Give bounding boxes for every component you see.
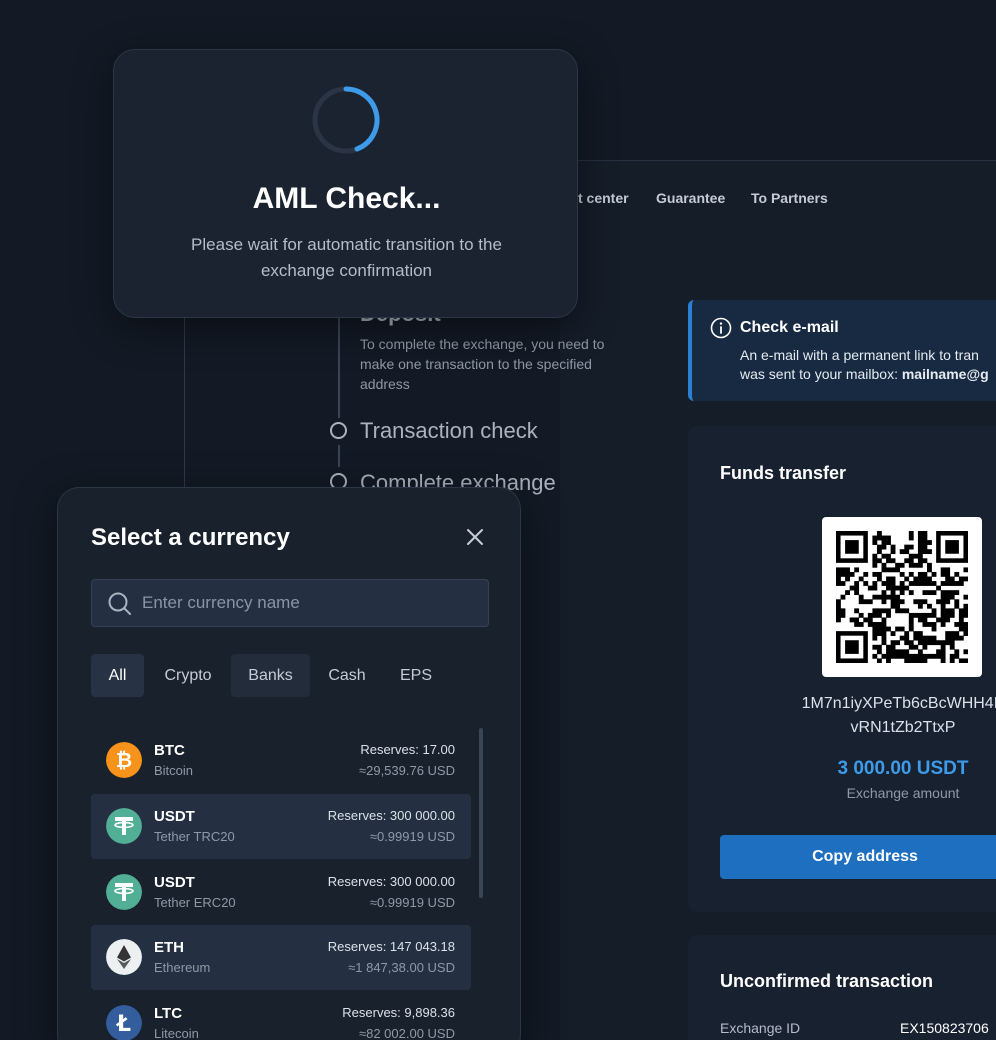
currency-code: USDT [154, 808, 195, 825]
svg-text:Ł: Ł [116, 1012, 131, 1037]
aml-title: AML Check... [252, 182, 441, 215]
currency-name: Litecoin [154, 1026, 199, 1040]
currency-reserves: Reserves: 147 043.18 [327, 939, 455, 954]
exchange-id-label: Exchange ID [720, 1020, 801, 1036]
unconfirmed-title: Unconfirmed transaction [720, 971, 934, 991]
currency-usd-rate: ≈0.99919 USD [369, 895, 455, 910]
qr-code [822, 517, 982, 677]
qr-code-image [836, 531, 969, 664]
email-address: mailname@g [901, 366, 989, 382]
currency-search [91, 579, 489, 627]
wallet-address-line1: 1M7n1iyXPeTb6cBcWHH4K [801, 695, 996, 712]
step-dot [330, 422, 347, 439]
litecoin-icon: Ł [106, 1005, 142, 1040]
loading-spinner-icon [312, 86, 380, 154]
svg-text:₿: ₿ [116, 748, 132, 772]
step-deposit-description: To complete the exchange, you need to ma… [360, 336, 605, 392]
step-transaction-check: Transaction check [360, 418, 538, 443]
exchange-amount: 3 000.00 USDT [837, 758, 969, 779]
funds-title: Funds transfer [720, 463, 847, 483]
currency-search-input[interactable] [142, 580, 472, 626]
timeline-connector [338, 318, 340, 418]
currency-name: Bitcoin [154, 763, 194, 778]
wallet-address[interactable]: 1M7n1iyXPeTb6cBcWHH4K vRN1tZb2TtxP [758, 692, 996, 740]
copy-address-button[interactable]: Copy address [720, 835, 996, 879]
currency-reserves: Reserves: 300 000.00 [327, 808, 455, 823]
aml-check-modal: AML Check... Please wait for automatic t… [113, 49, 578, 318]
email-line2-prefix: was sent to your mailbox: [740, 366, 902, 382]
info-icon [710, 317, 732, 339]
tether-icon [106, 874, 142, 910]
currency-reserves: Reserves: 9,898.36 [342, 1005, 455, 1020]
check-email-notice: Check e-mail An e-mail with a permanent … [688, 300, 996, 401]
ethereum-icon [106, 939, 142, 975]
currency-row-usdt-erc20[interactable]: USDT Tether ERC20 Reserves: 300 000.00 ≈… [91, 860, 471, 925]
currency-code: LTC [154, 1005, 183, 1022]
currency-row-ltc[interactable]: Ł LTC Litecoin Reserves: 9,898.36 ≈82 00… [91, 991, 471, 1040]
currency-row-usdt-trc20[interactable]: USDT Tether TRC20 Reserves: 300 000.00 ≈… [91, 794, 471, 859]
timeline-guide-line [184, 318, 185, 498]
modal-title: Select a currency [91, 524, 290, 551]
currency-usd-rate: ≈0.99919 USD [369, 829, 455, 844]
nav-item-to-partners[interactable]: To Partners [751, 190, 828, 206]
currency-usd-rate: ≈1 847,38.00 USD [348, 960, 455, 975]
tab-eps[interactable]: EPS [385, 654, 447, 697]
currency-reserves: Reserves: 17.00 [360, 742, 455, 757]
email-text-line2: was sent to your mailbox: mailname@g [740, 365, 996, 384]
list-scrollbar[interactable] [479, 728, 483, 898]
tab-crypto[interactable]: Crypto [150, 654, 226, 697]
currency-usd-rate: ≈29,539.76 USD [358, 763, 455, 778]
funds-transfer-card: Funds transfer 1M7n1iyXPeTb6cBcWHH4K vRN… [688, 426, 996, 912]
nav-item-guarantee[interactable]: Guarantee [656, 190, 725, 206]
currency-name: Ethereum [154, 960, 211, 975]
close-icon[interactable] [463, 525, 487, 549]
currency-code: ETH [154, 939, 184, 956]
tab-banks[interactable]: Banks [231, 654, 310, 697]
bitcoin-icon: ₿ [106, 742, 142, 778]
currency-row-eth[interactable]: ETH Ethereum Reserves: 147 043.18 ≈1 847… [91, 925, 471, 990]
currency-row-btc[interactable]: ₿ BTC Bitcoin Reserves: 17.00 ≈29,539.76… [91, 728, 471, 793]
wallet-address-line2: vRN1tZb2TtxP [850, 719, 956, 736]
email-text: An e-mail with a permanent link to tran … [740, 346, 996, 384]
currency-usd-rate: ≈82 002.00 USD [358, 1026, 455, 1040]
currency-name: Tether ERC20 [154, 895, 236, 910]
email-text-line1: An e-mail with a permanent link to tran [740, 347, 979, 363]
tab-all[interactable]: All [91, 654, 144, 697]
timeline-connector [338, 445, 340, 467]
unconfirmed-transaction-card: Unconfirmed transaction Exchange ID EX15… [688, 935, 996, 1040]
currency-code: BTC [154, 742, 185, 759]
exchange-amount-label: Exchange amount [846, 785, 960, 801]
nav-item-support-center[interactable]: t center [578, 190, 629, 206]
select-currency-modal: Select a currency All Crypto Banks Cash … [57, 487, 521, 1040]
search-icon [108, 592, 131, 615]
exchange-id-value: EX150823706 [900, 1020, 989, 1036]
currency-name: Tether TRC20 [154, 829, 235, 844]
aml-subtitle: Please wait for automatic transition to … [191, 235, 502, 280]
email-title: Check e-mail [740, 319, 839, 336]
currency-reserves: Reserves: 300 000.00 [327, 874, 455, 889]
currency-code: USDT [154, 874, 195, 891]
tether-icon [106, 808, 142, 844]
tab-cash[interactable]: Cash [314, 654, 380, 697]
